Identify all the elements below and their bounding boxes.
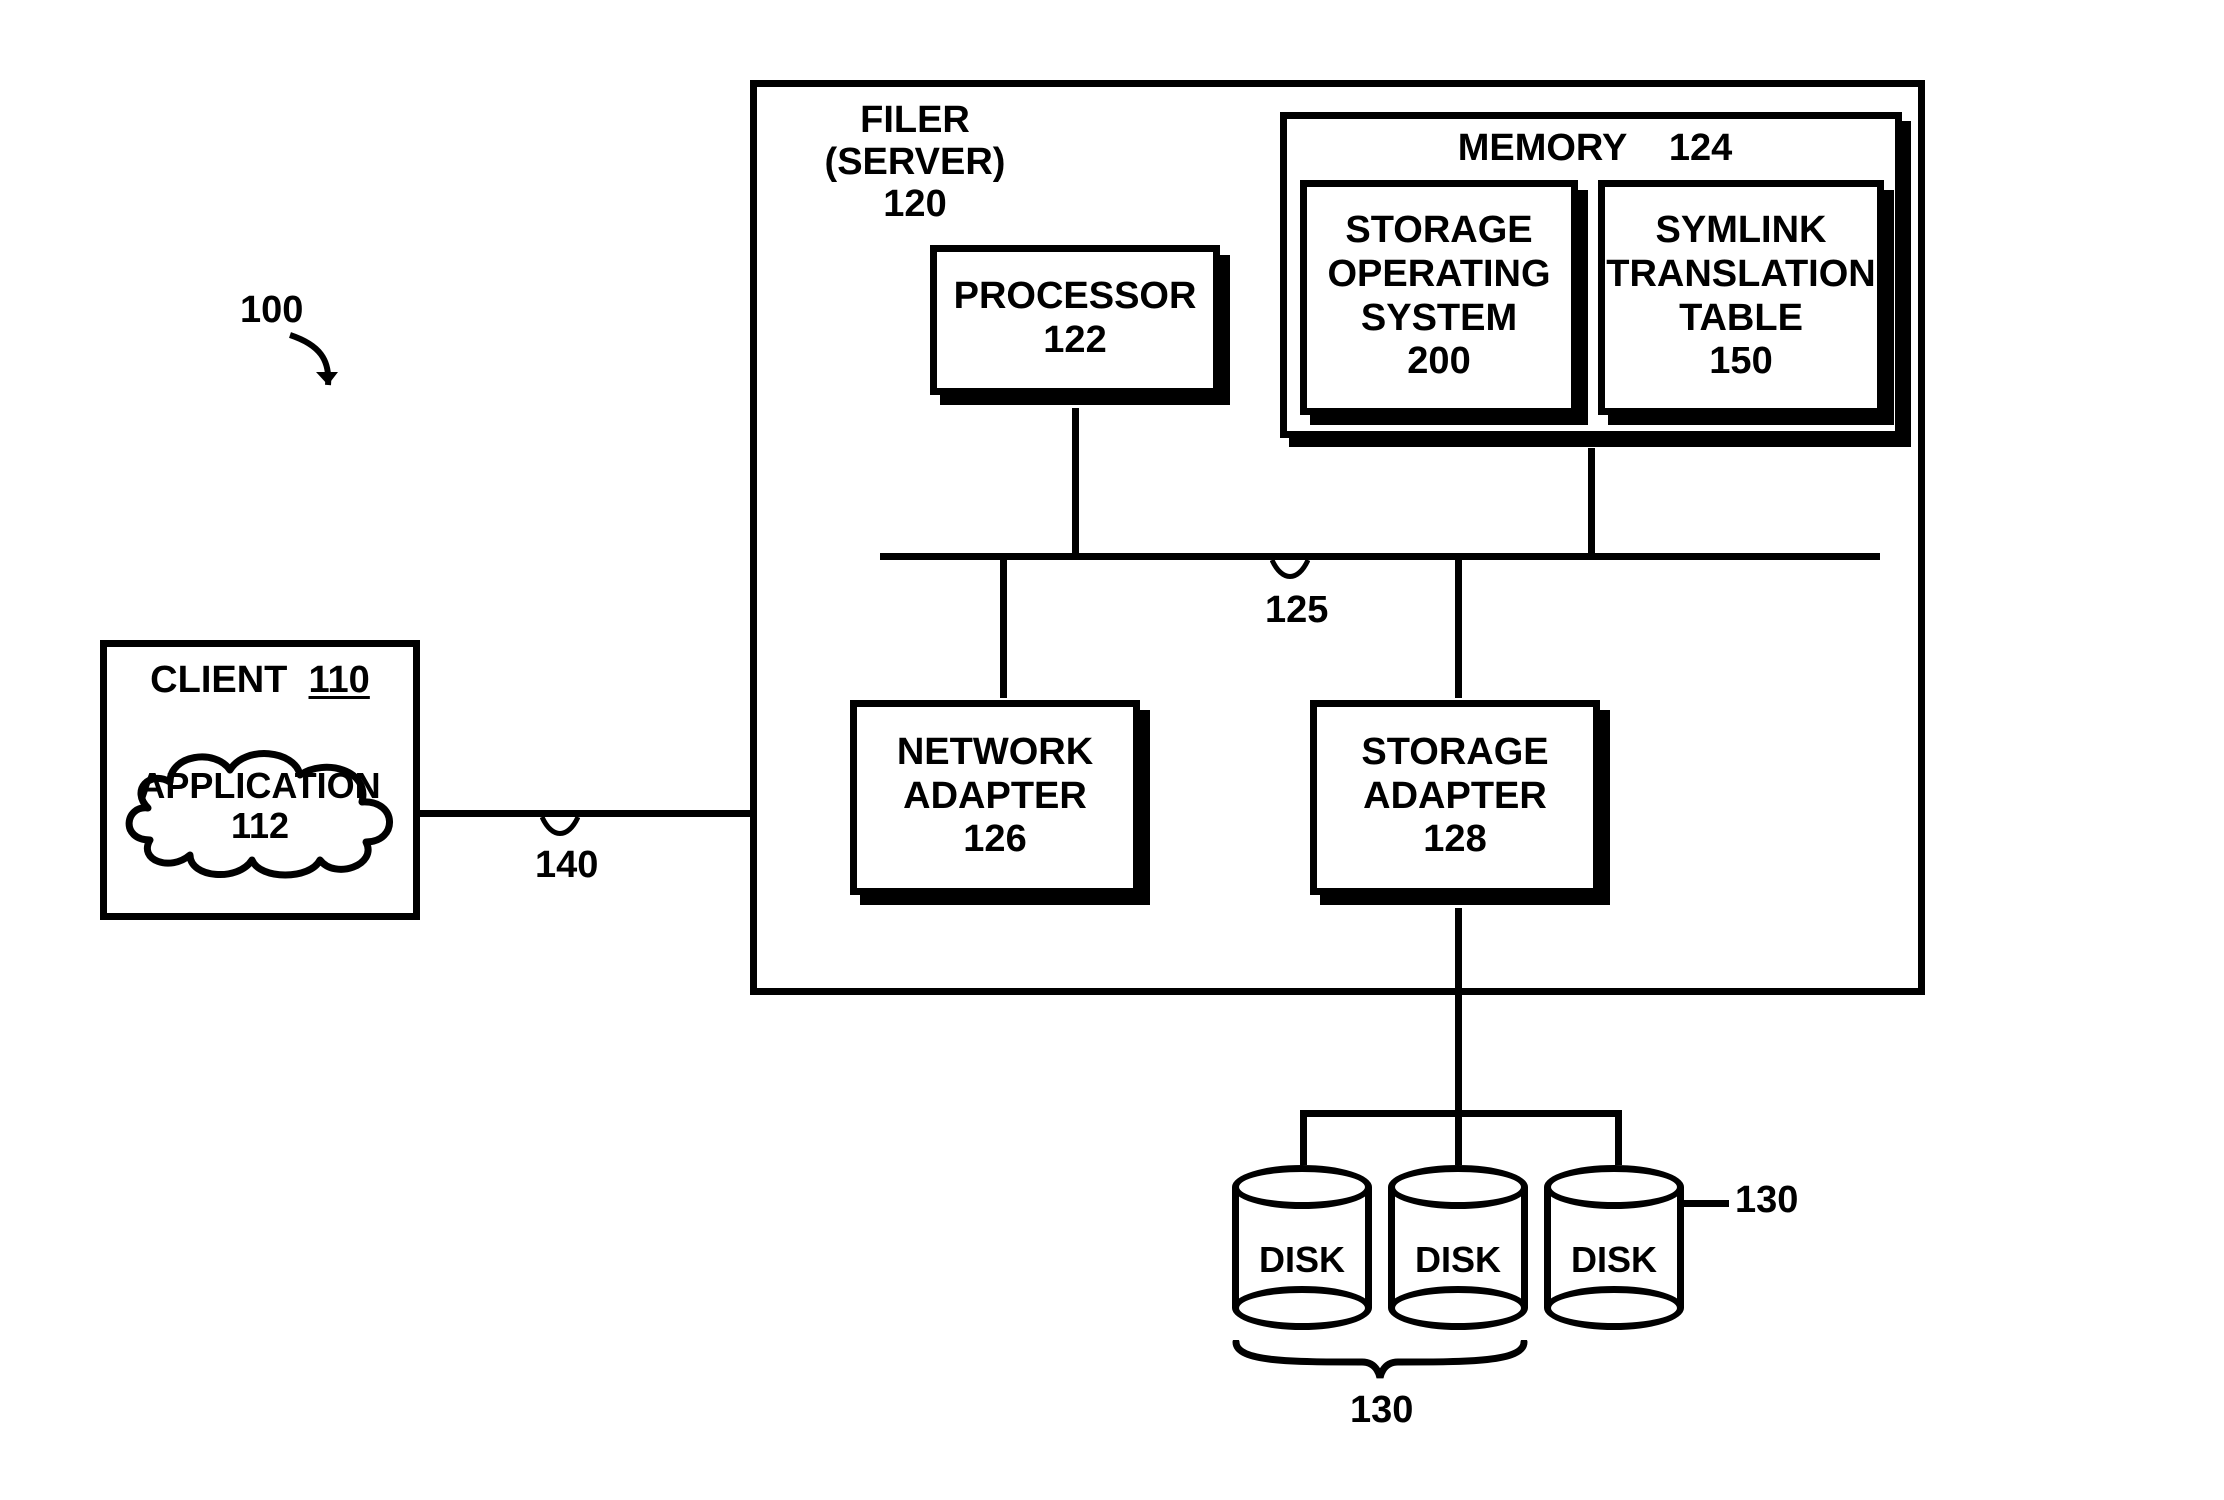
application-cloud: APPLICATION 112 [120,730,400,880]
bus-to-net [1000,553,1007,698]
filer-title: FILER (SERVER) 120 [800,100,1030,225]
client-title-text: CLIENT [150,659,287,701]
memory-title: MEMORY 124 [1420,128,1770,170]
storage-adapter-box: STORAGE ADAPTER 128 [1310,700,1600,895]
memory-ref: 124 [1669,127,1732,169]
disk-drop-2 [1455,1110,1462,1165]
client-title: CLIENT 110 [125,660,395,702]
net-adapter-ref: 126 [963,818,1026,862]
symlink-ref: 150 [1709,340,1772,384]
application-ref: 112 [120,806,400,846]
disk-drop-1 [1300,1110,1307,1165]
diagram-root: CLIENT 110 APPLICATION 112 100 140 FILER… [0,0,2224,1500]
disk-drop-3 [1615,1110,1622,1165]
filer-ref: 120 [800,184,1030,226]
network-adapter-box: NETWORK ADAPTER 126 [850,700,1140,895]
symlink-box: SYMLINK TRANSLATION TABLE 150 [1598,180,1884,415]
disk12-brace [1232,1340,1528,1382]
application-label: APPLICATION [120,766,400,806]
sos-box: STORAGE OPERATING SYSTEM 200 [1300,180,1578,415]
proc-bus-line [1072,408,1079,553]
disk-1: DISK [1232,1165,1372,1330]
processor-ref: 122 [1043,319,1106,363]
client-ref: 110 [309,659,370,701]
sos-ref: 200 [1407,340,1470,384]
bus-tick [1270,558,1310,586]
system-ref-arrow [280,330,350,400]
disk12-ref: 130 [1350,1390,1413,1432]
disk3-ref: 130 [1735,1180,1798,1222]
mem-bus-line [1588,448,1595,553]
storage-adapter-ref: 128 [1423,818,1486,862]
disk-3: DISK [1544,1165,1684,1330]
disk3-ref-leader [1684,1200,1729,1207]
processor-box: PROCESSOR 122 [930,245,1220,395]
system-ref: 100 [240,290,303,332]
store-out-line [1455,908,1462,1113]
bus-to-store [1455,553,1462,698]
link-tick [540,815,580,843]
disk-2: DISK [1388,1165,1528,1330]
link-ref: 140 [535,845,598,887]
bus-ref: 125 [1265,590,1328,632]
processor-label: PROCESSOR [954,275,1197,319]
bus-line [880,553,1880,560]
